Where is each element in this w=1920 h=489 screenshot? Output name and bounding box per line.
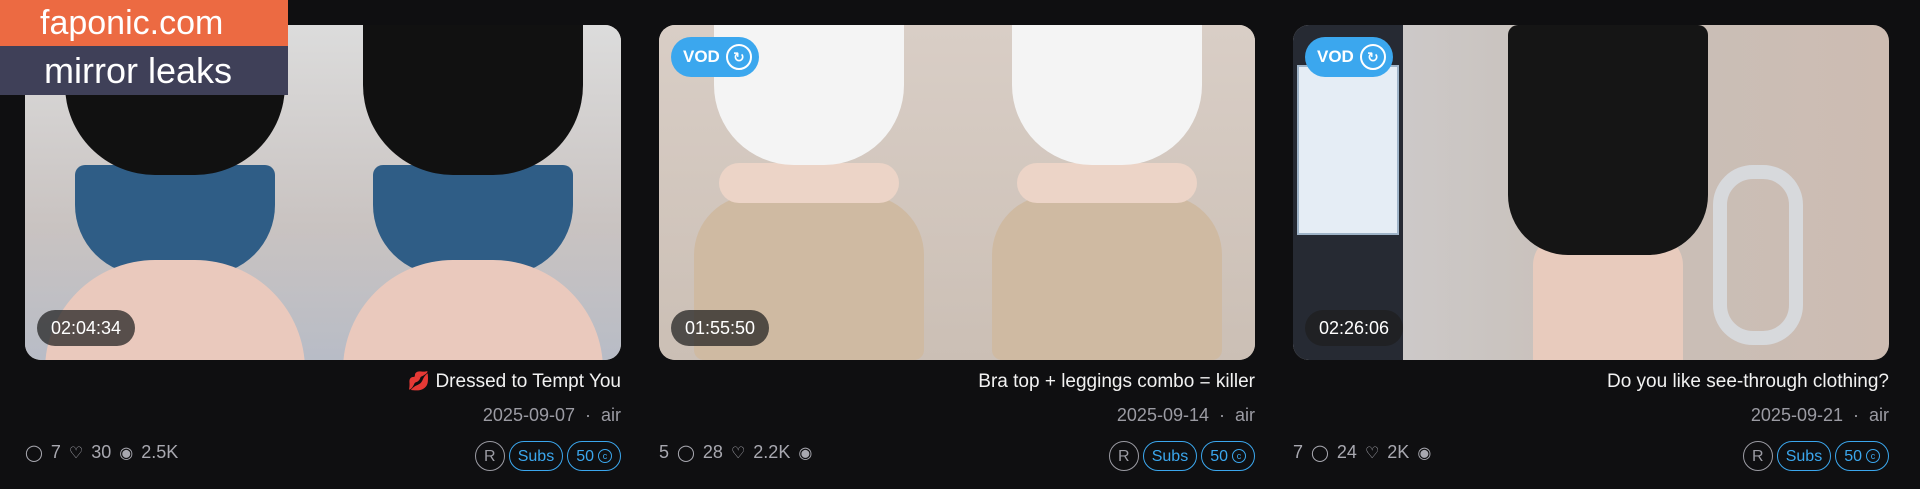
meta-separator: · bbox=[1852, 405, 1859, 425]
subs-badge: Subs bbox=[508, 441, 564, 471]
thumb-shape bbox=[1713, 165, 1803, 345]
video-meta: 2025-09-21 · air bbox=[1751, 405, 1889, 426]
like-count: 24 bbox=[1336, 442, 1357, 462]
price-badge: 50 c bbox=[567, 441, 621, 471]
subs-badge: Subs bbox=[1776, 441, 1832, 471]
like-count: 30 bbox=[91, 442, 112, 462]
price-value: 50 bbox=[1210, 447, 1228, 465]
meta-separator: · bbox=[584, 405, 591, 425]
view-count: 2.2K bbox=[753, 442, 791, 462]
comment-icon: ◯ bbox=[677, 444, 695, 462]
like-count: 28 bbox=[702, 442, 723, 462]
rating-badge: R bbox=[474, 441, 505, 471]
coin-icon: c bbox=[1866, 449, 1880, 463]
thumb-shape bbox=[992, 195, 1222, 360]
view-count: 2.5K bbox=[141, 442, 179, 462]
video-meta: 2025-09-14 · air bbox=[1117, 405, 1255, 426]
video-author[interactable]: air bbox=[1235, 405, 1255, 426]
access-badges: R Subs 50 c bbox=[1108, 441, 1255, 471]
video-thumbnail[interactable]: VOD ↻ 02:26:06 bbox=[1293, 25, 1889, 360]
video-stats: 7 ◯ 24 ♡ 2K ◉ bbox=[1293, 442, 1431, 463]
video-date: 2025-09-21 bbox=[1750, 405, 1843, 425]
video-card[interactable]: VOD ↻ 02:26:06 Do you like see-through c… bbox=[1293, 25, 1889, 471]
watermark-tagline: mirror leaks bbox=[0, 46, 288, 95]
coin-icon: c bbox=[598, 449, 612, 463]
video-title-text: Bra top + leggings combo = killer bbox=[978, 371, 1255, 392]
comment-count: 7 bbox=[1293, 442, 1304, 462]
price-value: 50 bbox=[1844, 447, 1862, 465]
rating-badge: R bbox=[1108, 441, 1139, 471]
duration-badge: 02:26:06 bbox=[1305, 310, 1404, 346]
video-title-text: Do you like see-through clothing? bbox=[1606, 371, 1889, 392]
price-value: 50 bbox=[576, 447, 594, 465]
watermark-site: faponic.com bbox=[0, 0, 288, 46]
video-thumbnail[interactable]: VOD ↻ 01:55:50 bbox=[659, 25, 1255, 360]
thumb-shape bbox=[75, 165, 275, 275]
duration-badge: 02:04:34 bbox=[37, 310, 136, 346]
meta-separator: · bbox=[1218, 405, 1225, 425]
thumb-shape bbox=[719, 163, 899, 203]
video-title-text: Dressed to Tempt You bbox=[435, 371, 621, 392]
video-grid: 02:04:34 💋 Dressed to Tempt You 2025-09-… bbox=[25, 25, 1890, 475]
price-badge: 50 c bbox=[1835, 441, 1889, 471]
video-title[interactable]: Do you like see-through clothing? bbox=[1607, 371, 1889, 393]
comment-count: 7 bbox=[50, 442, 61, 462]
thumb-shape bbox=[343, 260, 603, 360]
comment-icon: ◯ bbox=[1311, 444, 1329, 462]
heart-icon: ♡ bbox=[68, 444, 84, 462]
video-title[interactable]: 💋 Dressed to Tempt You bbox=[408, 371, 621, 393]
thumb-shape bbox=[1017, 163, 1197, 203]
refresh-icon: ↻ bbox=[1359, 44, 1386, 70]
thumbnail-frame-right bbox=[957, 25, 1255, 360]
subs-badge: Subs bbox=[1142, 441, 1198, 471]
eye-icon: ◉ bbox=[119, 444, 134, 462]
video-author[interactable]: air bbox=[601, 405, 621, 426]
eye-icon: ◉ bbox=[798, 444, 813, 462]
refresh-icon: ↻ bbox=[725, 44, 752, 70]
coin-icon: c bbox=[1232, 449, 1246, 463]
rating-badge: R bbox=[1742, 441, 1773, 471]
price-badge: 50 c bbox=[1201, 441, 1255, 471]
video-date: 2025-09-07 bbox=[482, 405, 575, 425]
vod-badge: VOD ↻ bbox=[1305, 37, 1393, 77]
vod-label: VOD bbox=[683, 47, 720, 66]
comment-count: 5 bbox=[659, 442, 670, 462]
thumbnail-frame-right bbox=[323, 25, 621, 360]
heart-icon: ♡ bbox=[730, 444, 746, 462]
duration-badge: 01:55:50 bbox=[671, 310, 770, 346]
thumb-shape bbox=[1508, 25, 1708, 255]
watermark: faponic.com mirror leaks bbox=[0, 0, 288, 95]
video-meta: 2025-09-07 · air bbox=[483, 405, 621, 426]
thumb-shape bbox=[1012, 25, 1202, 165]
comment-icon: ◯ bbox=[25, 444, 43, 462]
video-title[interactable]: Bra top + leggings combo = killer bbox=[978, 371, 1255, 393]
heart-icon: ♡ bbox=[1364, 444, 1380, 462]
access-badges: R Subs 50 c bbox=[1742, 441, 1889, 471]
video-card[interactable]: VOD ↻ 01:55:50 Bra top + leggings combo … bbox=[659, 25, 1255, 471]
thumb-shape bbox=[1297, 65, 1399, 235]
eye-icon: ◉ bbox=[1417, 444, 1432, 462]
video-stats: 5 ◯ 28 ♡ 2.2K ◉ bbox=[659, 442, 812, 463]
video-author[interactable]: air bbox=[1869, 405, 1889, 426]
video-date: 2025-09-14 bbox=[1116, 405, 1209, 425]
vod-badge: VOD ↻ bbox=[671, 37, 759, 77]
access-badges: R Subs 50 c bbox=[474, 441, 621, 471]
thumb-shape bbox=[373, 165, 573, 275]
view-count: 2K bbox=[1387, 442, 1410, 462]
lips-emoji: 💋 bbox=[407, 371, 431, 391]
video-stats: ◯ 7 ♡ 30 ◉ 2.5K bbox=[25, 442, 178, 463]
thumb-shape bbox=[363, 25, 583, 175]
vod-label: VOD bbox=[1317, 47, 1354, 66]
